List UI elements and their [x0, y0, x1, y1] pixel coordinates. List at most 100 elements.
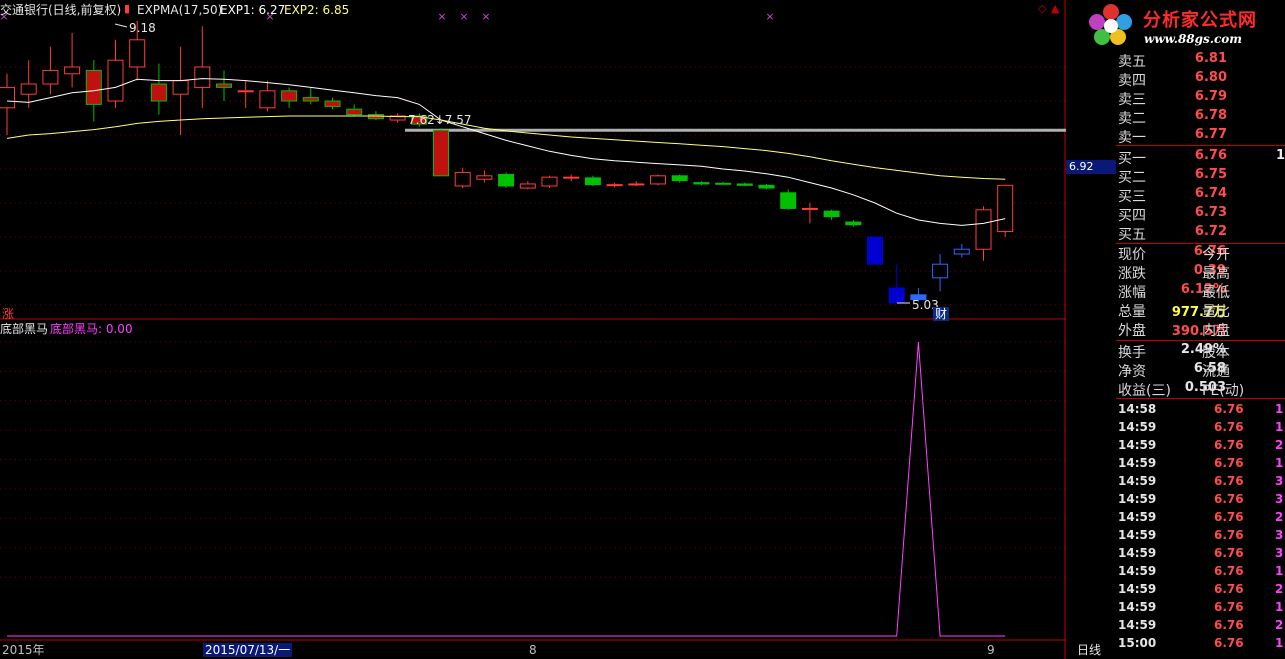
tick-row: 14:59 6.76 1 [1118, 562, 1285, 580]
candle-body [953, 248, 970, 255]
bid-label: 买一 [1118, 151, 1146, 167]
ask-row: 卖五 6.81 [1118, 50, 1285, 70]
site-logo: 分析家公式网 www.88gs.com [1086, 0, 1285, 50]
tick-volume: 2 [1275, 618, 1284, 632]
ask-price: 6.79 [1194, 89, 1227, 104]
year-label: 2015年 [2, 643, 45, 657]
tick-time: 14:59 [1118, 618, 1157, 632]
top-signal-mark: × [765, 10, 774, 23]
candle-body [20, 83, 37, 95]
stat-label-2: 流通 [1202, 364, 1230, 380]
tick-time: 14:59 [1118, 528, 1157, 542]
candle-body [346, 108, 363, 116]
ask-row: 卖一 6.77 [1118, 126, 1285, 146]
candle-body [780, 192, 797, 209]
flower-logo-icon [1089, 4, 1132, 45]
ask-row: 卖四 6.80 [1118, 69, 1285, 89]
tick-time: 14:59 [1118, 474, 1157, 488]
bid-price: 6.76 [1194, 148, 1227, 163]
tick-row: 15:00 6.76 1 [1118, 634, 1285, 652]
chart-canvas[interactable]: 5.005.506.006.507.007.508.008.50××××××0.… [0, 0, 1066, 659]
logo-url: www.88gs.com [1144, 32, 1242, 46]
stat-label: 涨幅 [1118, 285, 1146, 301]
stat-row: 总量 977.7万 量比 [1118, 300, 1285, 320]
chart-title: 交通银行(日线,前复权) [0, 3, 122, 17]
ma-price-label: 7.62↓7.57 [408, 113, 472, 127]
chart-area[interactable]: 5.005.506.006.507.007.508.008.50××××××0.… [0, 0, 1066, 659]
tick-volume: 1 [1275, 456, 1284, 470]
candle-body [42, 69, 59, 85]
indicator-name: EXPMA(17,50) [137, 3, 223, 17]
candle-body [932, 263, 949, 279]
tick-price: 6.76 [1214, 456, 1244, 470]
scroll-up-icon[interactable]: ▲ [1051, 2, 1059, 16]
bid-label: 买五 [1118, 227, 1146, 243]
bid-row: 买四 6.73 [1118, 204, 1285, 224]
tick-price: 6.76 [1214, 600, 1244, 614]
tick-row: 14:59 6.76 2 [1118, 436, 1285, 454]
stat-row: 净资 6.58 流通 [1118, 360, 1285, 380]
exp1-label: EXP1: 6.27 [220, 3, 286, 17]
ask-label: 卖二 [1118, 111, 1146, 127]
tick-price: 6.76 [1214, 618, 1244, 632]
top-signal-mark: × [459, 10, 468, 23]
candle-body [85, 69, 102, 105]
tick-price: 6.76 [1214, 636, 1244, 650]
bid-row: 买五 6.72 [1118, 223, 1285, 243]
stat-label: 外盘 [1118, 323, 1146, 339]
candle-body [107, 59, 124, 102]
candle-body [715, 182, 732, 185]
top-signal-mark: × [481, 10, 490, 23]
candle-body [259, 90, 276, 109]
candle-body [129, 39, 146, 68]
tick-volume: 1 [1275, 564, 1284, 578]
candle-body [758, 184, 775, 189]
top-signal-mark: × [437, 10, 446, 23]
rise-marker: 涨 [2, 307, 15, 321]
tick-time: 14:59 [1118, 492, 1157, 506]
high-price-label: 9.18 [129, 21, 156, 35]
candle-body [519, 183, 536, 189]
bid-label: 买三 [1118, 189, 1146, 205]
tick-row: 14:59 6.76 3 [1118, 490, 1285, 508]
candle-body [671, 175, 688, 182]
diamond-icon[interactable]: ◇ [1038, 2, 1046, 16]
finance-marker[interactable]: 财 [933, 307, 950, 321]
tick-volume: 3 [1275, 528, 1284, 542]
candle-body [650, 175, 666, 185]
stat-label: 总量 [1118, 304, 1146, 320]
stat-row: 外盘 390.5万 内盘 [1118, 319, 1285, 339]
tick-price: 6.76 [1214, 582, 1244, 596]
tick-time: 14:59 [1118, 600, 1157, 614]
tick-time: 14:59 [1118, 564, 1157, 578]
tick-price: 6.76 [1214, 546, 1244, 560]
tick-volume: 1 [1275, 600, 1284, 614]
candle-body [433, 129, 449, 177]
stat-row: 涨跌 0.39 最高 [1118, 262, 1285, 282]
tick-row: 14:59 6.76 3 [1118, 526, 1285, 544]
stat-label: 现价 [1118, 247, 1146, 263]
stat-label: 净资 [1118, 364, 1146, 380]
tick-time: 14:59 [1118, 456, 1157, 470]
tick-volume: 1 [1275, 636, 1284, 650]
period-tab[interactable]: 日线 [1077, 643, 1101, 657]
tick-volume: 1 [1275, 402, 1284, 416]
candle-body [476, 175, 493, 180]
tick-row: 14:59 6.76 1 [1118, 598, 1285, 616]
ask-label: 卖五 [1118, 54, 1146, 70]
tick-time: 14:59 [1118, 510, 1157, 524]
tick-row: 14:59 6.76 2 [1118, 580, 1285, 598]
candle-body [64, 66, 81, 75]
stat-row: 现价 6.76 今开 [1118, 243, 1285, 263]
stat-label: 涨跌 [1118, 266, 1146, 282]
candle-body [975, 209, 992, 250]
tick-price: 6.76 [1214, 492, 1244, 506]
stat-label-2: 最低 [1202, 285, 1230, 301]
stat-row: 换手 2.49% 股本 [1118, 341, 1285, 361]
candle-body [606, 184, 623, 187]
month2-label: 9 [987, 643, 995, 657]
candle-body [693, 182, 710, 185]
tick-volume: 2 [1275, 438, 1284, 452]
tick-time: 14:59 [1118, 582, 1157, 596]
settings-icon[interactable]: ▮ [124, 2, 130, 16]
